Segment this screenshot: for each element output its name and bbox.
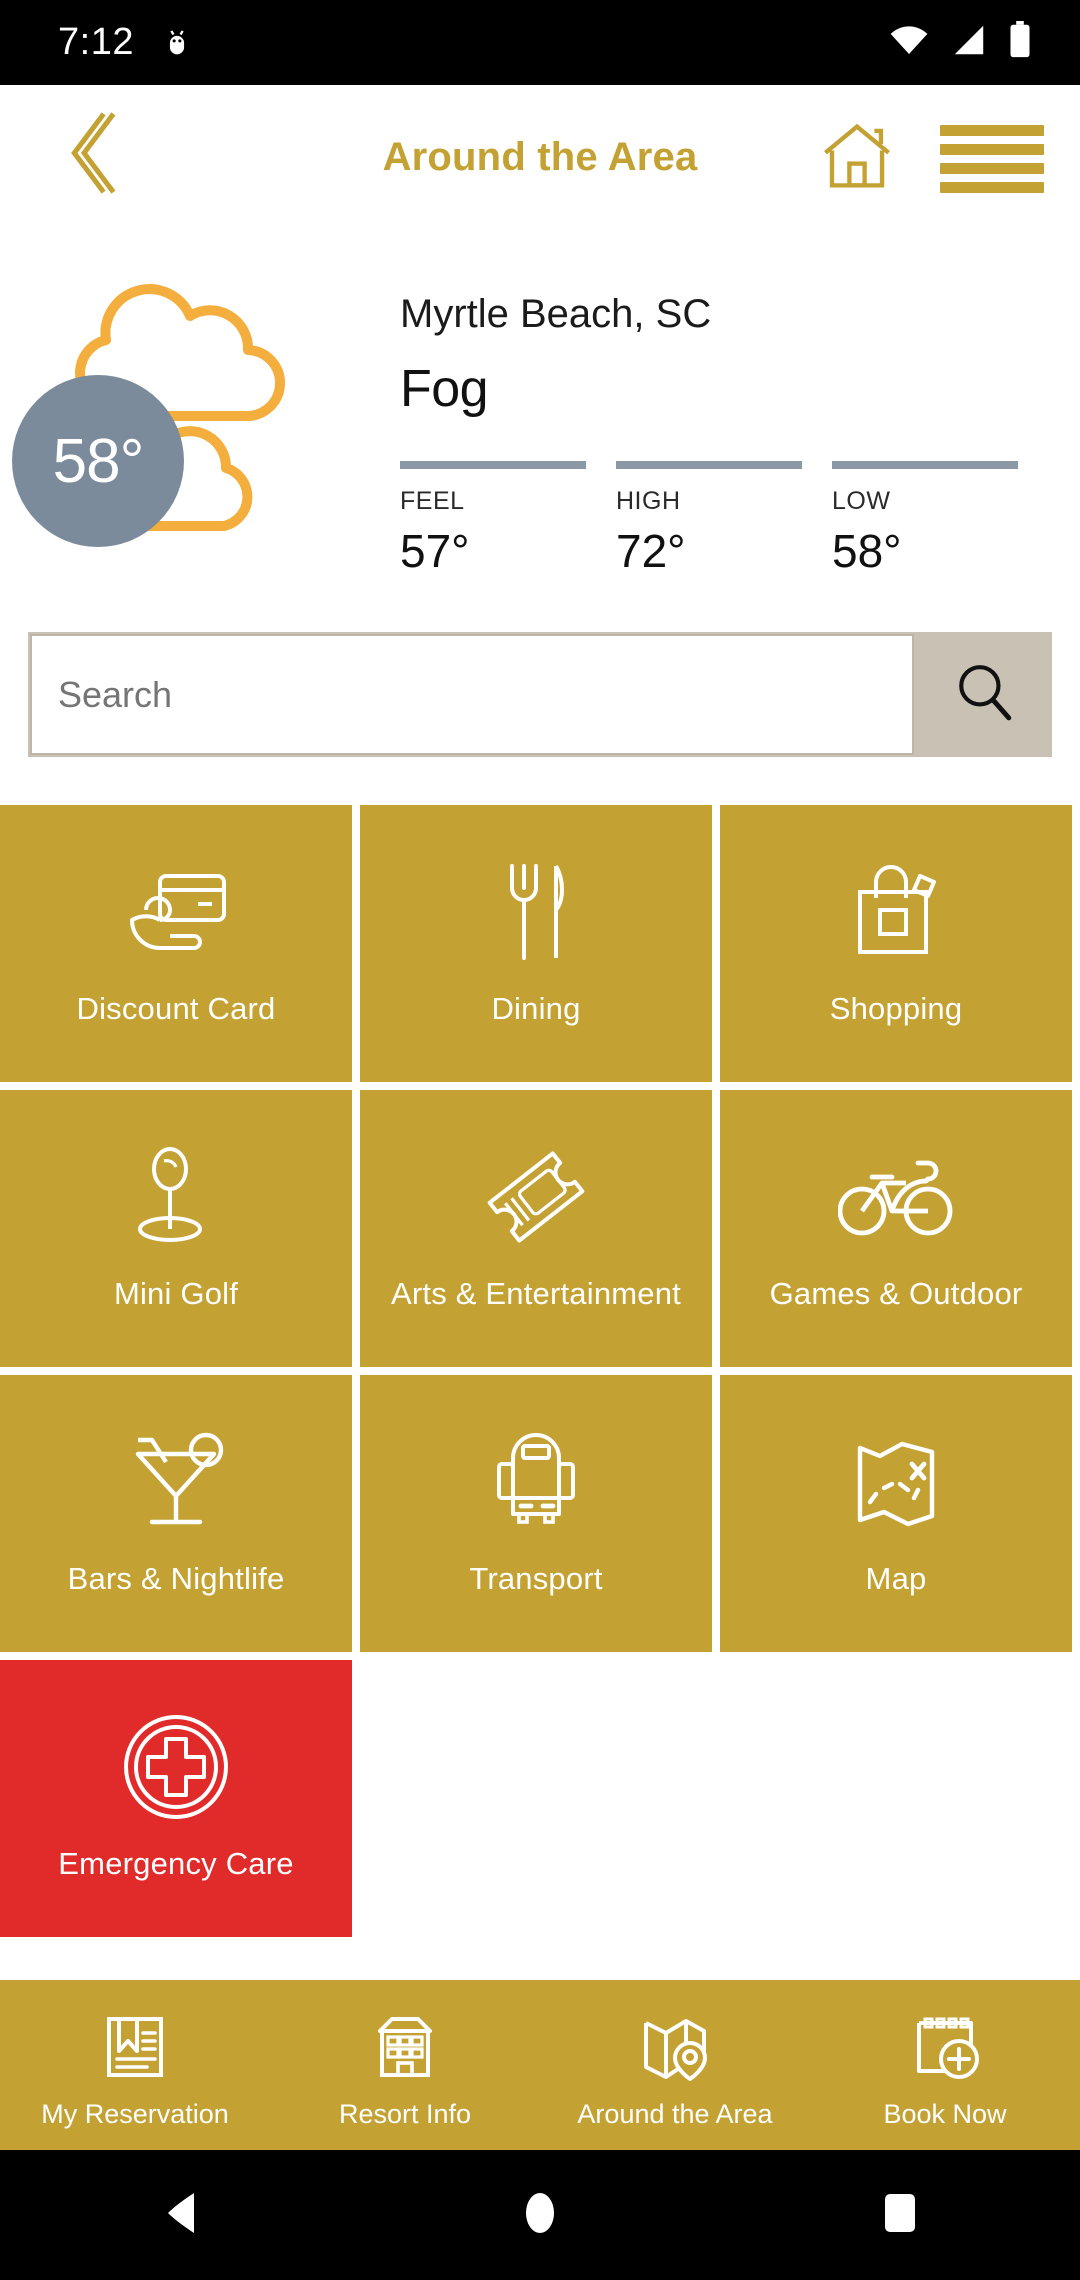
android-back-button[interactable] xyxy=(120,2170,240,2260)
square-recents-icon xyxy=(881,2190,919,2241)
search-input[interactable] xyxy=(30,634,914,755)
nav-item-my-reservation[interactable]: My Reservation xyxy=(0,1980,270,2150)
tile-label: Emergency Care xyxy=(58,1846,294,1881)
battery-icon xyxy=(1008,21,1032,64)
circle-home-icon xyxy=(521,2189,559,2242)
bus-icon xyxy=(489,1427,583,1537)
tile-label: Discount Card xyxy=(76,991,276,1026)
weather-widget[interactable]: 58° Myrtle Beach, SC Fog FEEL 57° HIGH 7… xyxy=(0,250,1080,595)
golf-hole-icon xyxy=(128,1142,224,1252)
triangle-back-icon xyxy=(158,2189,202,2242)
tile-discount-card[interactable]: Discount Card xyxy=(0,805,352,1082)
grid-row: Bars & Nightlife Transport Map xyxy=(0,1375,1080,1652)
nav-item-book-now[interactable]: Book Now xyxy=(810,1980,1080,2150)
nav-label: Resort Info xyxy=(338,2098,472,2129)
grid-row: Mini Golf Arts & Entertainment Games & O… xyxy=(0,1090,1080,1367)
shopping-bag-icon xyxy=(848,857,944,967)
stat-label: LOW xyxy=(832,487,891,515)
stat-label: FEEL xyxy=(400,487,465,515)
building-icon xyxy=(372,2009,438,2085)
tile-label: Map xyxy=(865,1561,927,1596)
grid-empty-cell xyxy=(720,1660,1072,1937)
cocktail-glass-icon xyxy=(126,1427,226,1537)
weather-city: Myrtle Beach, SC xyxy=(400,292,712,336)
tile-bars-nightlife[interactable]: Bars & Nightlife xyxy=(0,1375,352,1652)
tile-label: Bars & Nightlife xyxy=(67,1561,285,1596)
home-icon xyxy=(820,120,894,197)
treasure-map-icon xyxy=(846,1427,946,1537)
home-button[interactable] xyxy=(818,121,896,195)
search-button[interactable] xyxy=(916,632,1052,757)
tile-label: Transport xyxy=(469,1561,603,1596)
grid-row: Discount Card Dining Shopping xyxy=(0,805,1080,1082)
weather-stat-feel: FEEL 57° xyxy=(400,461,616,578)
tile-emergency-care[interactable]: Emergency Care xyxy=(0,1660,352,1937)
search-bar xyxy=(28,632,1052,757)
android-navigation-bar xyxy=(0,2150,1080,2280)
wifi-icon xyxy=(888,24,930,61)
bicycle-icon xyxy=(838,1142,954,1252)
bookmarked-document-icon xyxy=(99,2009,171,2085)
status-bar-icons xyxy=(888,21,1032,64)
medical-cross-circle-icon xyxy=(122,1712,230,1822)
nav-label: Around the Area xyxy=(577,2098,773,2129)
tile-label: Shopping xyxy=(829,991,963,1026)
stat-label: HIGH xyxy=(616,487,681,515)
tile-arts-entertainment[interactable]: Arts & Entertainment xyxy=(360,1090,712,1367)
android-recents-button[interactable] xyxy=(840,2170,960,2260)
cellular-signal-icon xyxy=(950,24,988,61)
android-home-button[interactable] xyxy=(480,2170,600,2260)
fork-knife-icon xyxy=(498,857,574,967)
tile-map[interactable]: Map xyxy=(720,1375,1072,1652)
page-title: Around the Area xyxy=(382,135,698,179)
tile-transport[interactable]: Transport xyxy=(360,1375,712,1652)
status-bar-clock: 7:12 xyxy=(58,21,134,63)
weather-stats: FEEL 57° HIGH 72° LOW 58° xyxy=(400,461,1060,578)
calendar-plus-icon xyxy=(909,2009,981,2085)
weather-info: Myrtle Beach, SC Fog FEEL 57° HIGH 72° L… xyxy=(400,250,1060,578)
tile-mini-golf[interactable]: Mini Golf xyxy=(0,1090,352,1367)
stat-divider xyxy=(400,461,586,469)
map-pin-icon xyxy=(638,2009,712,2085)
tile-shopping[interactable]: Shopping xyxy=(720,805,1072,1082)
tile-label: Mini Golf xyxy=(113,1276,239,1311)
weather-condition: Fog xyxy=(400,360,489,418)
ticket-icon xyxy=(484,1142,588,1252)
stat-value: 72° xyxy=(616,525,686,577)
app-screen: 7:12 Around the Area 58° Myrtle Beach, S… xyxy=(0,0,1080,2280)
weather-stat-high: HIGH 72° xyxy=(616,461,832,578)
status-bar: 7:12 xyxy=(0,0,1080,85)
credit-card-hand-icon xyxy=(122,857,230,967)
tile-label: Arts & Entertainment xyxy=(390,1276,681,1311)
bottom-navigation: My Reservation Resort Info Around the Ar… xyxy=(0,1980,1080,2150)
android-bug-icon xyxy=(160,26,194,60)
stat-value: 57° xyxy=(400,525,470,577)
tile-label: Dining xyxy=(491,991,581,1026)
nav-label: My Reservation xyxy=(41,2098,229,2129)
hamburger-menu-icon[interactable] xyxy=(940,125,1044,193)
nav-item-around-the-area[interactable]: Around the Area xyxy=(540,1980,810,2150)
stat-divider xyxy=(832,461,1018,469)
temperature-badge: 58° xyxy=(12,375,184,547)
nav-label: Book Now xyxy=(883,2098,1007,2129)
app-header: Around the Area xyxy=(0,85,1080,226)
tile-games-outdoor[interactable]: Games & Outdoor xyxy=(720,1090,1072,1367)
stat-value: 58° xyxy=(832,525,902,577)
grid-row: Emergency Care xyxy=(0,1660,1080,1937)
nav-item-resort-info[interactable]: Resort Info xyxy=(270,1980,540,2150)
category-grid: Discount Card Dining Shopping Mini Golf … xyxy=(0,805,1080,1945)
weather-stat-low: LOW 58° xyxy=(832,461,1048,578)
tile-label: Games & Outdoor xyxy=(769,1276,1023,1311)
stat-divider xyxy=(616,461,802,469)
grid-empty-cell xyxy=(360,1660,712,1937)
tile-dining[interactable]: Dining xyxy=(360,805,712,1082)
search-icon xyxy=(953,661,1015,728)
